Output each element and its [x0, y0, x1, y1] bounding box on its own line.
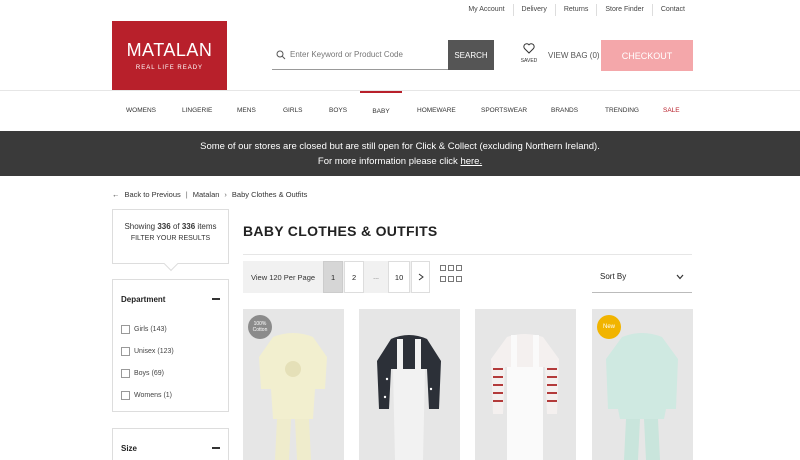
results-shown: 336: [157, 222, 171, 231]
product-card[interactable]: [359, 309, 460, 460]
search-field: [272, 40, 448, 70]
checkbox[interactable]: [121, 368, 130, 378]
breadcrumb: ← Back to Previous | Matalan › Baby Clot…: [112, 190, 312, 199]
results-suffix: items: [195, 222, 217, 231]
pagination: View 120 Per Page 1 2 ... 10: [243, 261, 431, 293]
product-badge: 100% Cotton: [248, 315, 272, 339]
option-label: Boys: [134, 369, 150, 377]
option-count: (143): [150, 325, 167, 333]
nav-sportswear[interactable]: SPORTSWEAR: [481, 91, 527, 131]
search-input[interactable]: [290, 50, 440, 59]
page-title: BABY CLOTHES & OUTFITS: [243, 223, 438, 239]
results-summary: Showing 336 of 336 items FILTER YOUR RES…: [112, 209, 229, 272]
department-facet-title: Department: [121, 294, 166, 304]
department-facet-header[interactable]: Department: [113, 280, 228, 318]
page-1-button[interactable]: 1: [323, 261, 344, 293]
returns-link[interactable]: Returns: [554, 4, 597, 16]
collapse-icon[interactable]: [212, 298, 220, 300]
option-label: Girls: [134, 325, 149, 333]
results-total: 336: [181, 222, 196, 231]
option-label: Womens: [134, 391, 162, 399]
breadcrumb-current: Baby Clothes & Outfits: [231, 190, 308, 199]
nav-brands[interactable]: BRANDS: [551, 91, 578, 131]
product-image: [491, 334, 559, 460]
page-2-button[interactable]: 2: [344, 261, 365, 293]
store-finder-link[interactable]: Store Finder: [596, 4, 652, 16]
chevron-right-icon: [418, 273, 424, 281]
facet-option-girls[interactable]: Girls (143): [113, 318, 228, 340]
nav-womens[interactable]: WOMENS: [126, 91, 156, 131]
nav-homeware[interactable]: HOMEWARE: [417, 91, 456, 131]
search-icon: [276, 50, 286, 59]
logo-tagline: REAL LIFE READY: [135, 65, 204, 71]
matalan-logo[interactable]: MATALAN REAL LIFE READY: [112, 21, 227, 90]
pagination-ellipsis: ...: [373, 273, 379, 281]
product-badge: New: [597, 315, 621, 339]
sort-label: Sort By: [600, 272, 627, 281]
option-count: (1): [163, 391, 173, 399]
nav-trending[interactable]: TRENDING: [605, 91, 639, 131]
nav-sale[interactable]: SALE: [663, 91, 680, 131]
nav-boys[interactable]: BOYS: [329, 91, 347, 131]
nav-baby[interactable]: BABY: [360, 91, 402, 131]
collapse-icon[interactable]: [212, 447, 220, 449]
nav-lingerie[interactable]: LINGERIE: [182, 91, 212, 131]
option-label: Unisex: [134, 347, 156, 355]
view-bag-link[interactable]: VIEW BAG (0): [548, 51, 600, 60]
size-facet-title: Size: [121, 443, 138, 453]
banner-here-link[interactable]: here.: [460, 156, 482, 167]
filter-results-label[interactable]: FILTER YOUR RESULTS: [113, 235, 228, 242]
delivery-link[interactable]: Delivery: [512, 4, 555, 16]
results-of: of: [170, 222, 182, 231]
chevron-down-icon: [676, 274, 684, 279]
department-facet: Department Girls (143) Unisex (123) Boys…: [112, 279, 229, 412]
back-to-previous-link[interactable]: Back to Previous: [125, 190, 181, 199]
search-button[interactable]: SEARCH: [448, 40, 494, 70]
facet-option-boys[interactable]: Boys (69): [113, 362, 228, 384]
heart-icon: [523, 43, 535, 54]
nav-mens[interactable]: MENS: [237, 91, 256, 131]
banner-line-1: Some of our stores are closed but are st…: [200, 141, 600, 152]
checkout-button[interactable]: CHECKOUT: [601, 40, 693, 71]
results-prefix: Showing: [124, 222, 158, 231]
page-10-button[interactable]: 10: [388, 261, 411, 293]
sort-dropdown[interactable]: Sort By: [592, 261, 692, 293]
my-account-link[interactable]: My Account: [460, 4, 512, 16]
option-count: (123): [157, 347, 174, 355]
notch: [163, 256, 178, 272]
saved-label: SAVED: [520, 58, 538, 64]
view-per-page-link[interactable]: View 120 Per Page: [243, 261, 323, 293]
grid-view-icon[interactable]: [440, 265, 462, 285]
search-bar: SEARCH: [272, 40, 494, 70]
breadcrumb-matalan[interactable]: Matalan: [193, 190, 220, 199]
back-arrow-icon: ←: [112, 190, 120, 199]
nav-girls[interactable]: GIRLS: [283, 91, 303, 131]
store-notice-banner: Some of our stores are closed but are st…: [0, 131, 800, 176]
option-count: (69): [151, 369, 164, 377]
checkbox[interactable]: [121, 390, 130, 400]
saved-items[interactable]: SAVED: [517, 42, 541, 64]
main-nav: WOMENS LINGERIE MENS GIRLS BOYS BABY HOM…: [0, 90, 800, 131]
product-card[interactable]: 100% Cotton: [243, 309, 344, 460]
logo-brand: MATALAN: [126, 40, 213, 60]
banner-line-2-text: For more information please click: [317, 156, 461, 167]
checkbox[interactable]: [121, 324, 130, 334]
product-image: [377, 335, 441, 460]
size-facet: Size: [112, 428, 229, 460]
divider: [243, 254, 692, 255]
banner-line-2: For more information please click here.: [0, 154, 800, 169]
contact-link[interactable]: Contact: [651, 4, 693, 16]
chevron-right-icon: ›: [224, 190, 227, 199]
product-card[interactable]: New: [592, 309, 693, 460]
breadcrumb-separator: |: [185, 190, 188, 199]
results-count: Showing 336 of 336 items: [113, 222, 228, 231]
facet-option-unisex[interactable]: Unisex (123): [113, 340, 228, 362]
utility-links: My Account Delivery Returns Store Finder…: [460, 4, 693, 16]
next-page-button[interactable]: [411, 261, 431, 293]
product-card[interactable]: [475, 309, 576, 460]
size-facet-header[interactable]: Size: [113, 429, 228, 460]
facet-option-womens[interactable]: Womens (1): [113, 384, 228, 406]
checkbox[interactable]: [121, 346, 130, 356]
